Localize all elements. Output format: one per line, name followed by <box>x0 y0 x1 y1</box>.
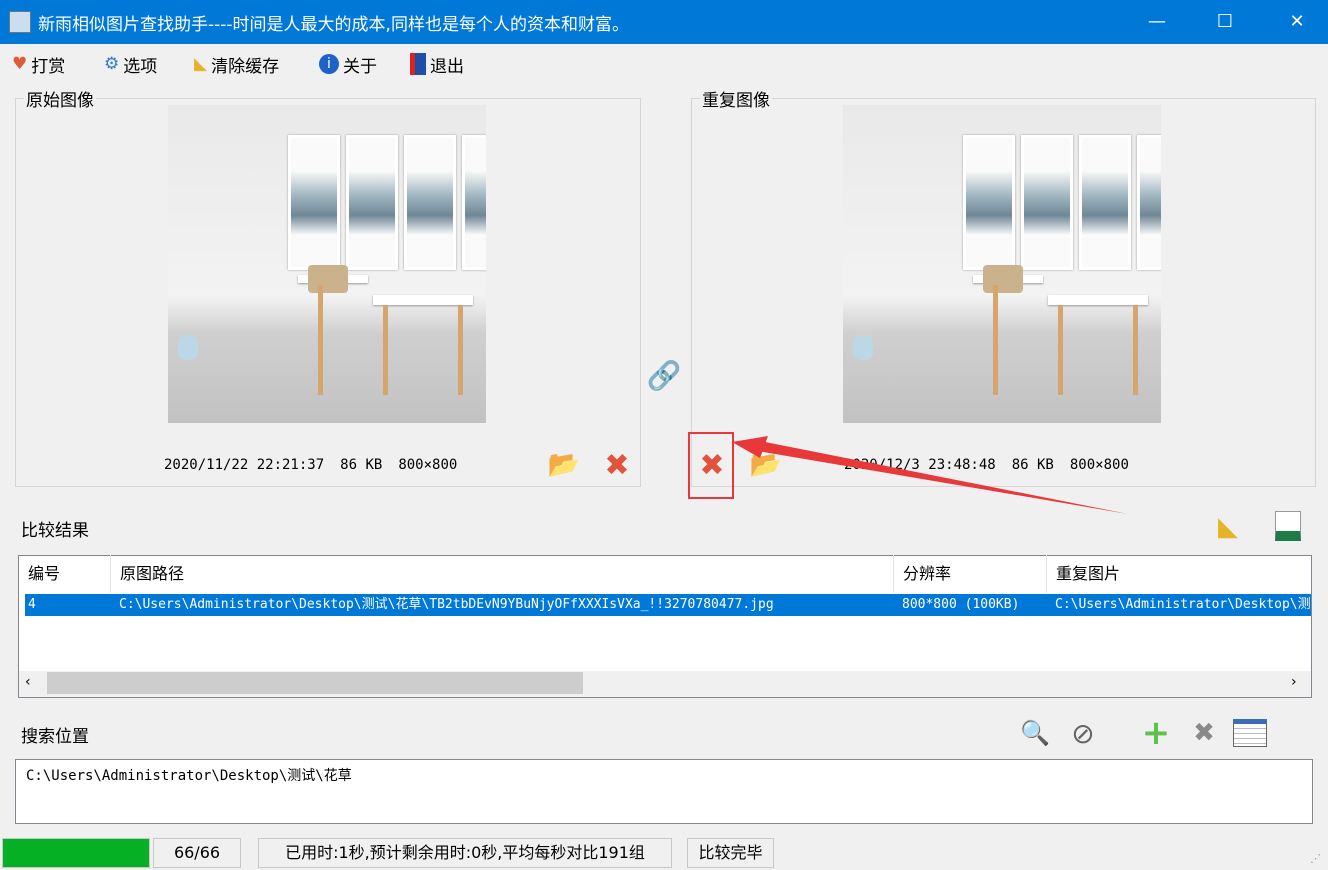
menu-label: 退出 <box>430 56 464 77</box>
resize-grip[interactable]: ⋰ <box>1310 852 1321 865</box>
results-label: 比较结果 <box>19 516 91 541</box>
progress-fill <box>3 839 149 867</box>
scrollbar-thumb[interactable] <box>47 672 583 694</box>
menu-about[interactable]: i 关于 <box>319 50 377 78</box>
table-row[interactable]: 4 C:\Users\Administrator\Desktop\测试\花草\T… <box>25 594 1311 616</box>
unlink-icon: 🔗 <box>646 358 682 392</box>
column-header-id[interactable]: 编号 <box>19 555 111 593</box>
original-label: 原始图像 <box>24 86 96 111</box>
minimize-button[interactable]: — <box>1134 0 1180 44</box>
broom-icon: ◣ <box>1218 512 1238 542</box>
duplicate-label: 重复图像 <box>700 86 772 111</box>
stop-icon: ⊘ <box>1071 716 1095 750</box>
highlight-box <box>688 432 734 499</box>
progress-bar <box>2 838 150 868</box>
folder-icon: 📂 <box>547 450 581 480</box>
gear-icon: ⚙ <box>104 54 120 74</box>
original-dims: 800×800 <box>398 457 458 473</box>
open-folder-duplicate-button[interactable]: 📂 <box>748 450 784 480</box>
duplicate-image[interactable] <box>843 105 1161 423</box>
cell-path: C:\Users\Administrator\Desktop\测试\花草\TB2… <box>119 597 774 612</box>
horizontal-scrollbar[interactable]: ‹ › <box>19 671 1311 697</box>
close-button[interactable]: ✕ <box>1274 0 1320 44</box>
gift-icon: ♥ <box>12 54 28 74</box>
stop-button[interactable]: ⊘ <box>1066 716 1100 750</box>
menu-label: 关于 <box>343 56 377 77</box>
clear-list-icon <box>1233 719 1267 747</box>
remove-folder-button[interactable]: ✖ <box>1188 716 1220 750</box>
menu-clear-cache[interactable]: ◣ 清除缓存 <box>194 50 279 78</box>
unlink-button[interactable]: 🔗 <box>646 358 682 392</box>
menu-exit[interactable]: 退出 <box>410 50 464 78</box>
clear-results-button[interactable]: ◣ <box>1210 510 1246 544</box>
menu-label: 打赏 <box>31 56 66 77</box>
original-info: 2020/11/22 22:21:37 86 KB 800×800 <box>164 457 457 473</box>
column-header-path[interactable]: 原图路径 <box>111 555 894 593</box>
magnifier-icon: 🔍 <box>1020 719 1050 747</box>
original-date: 2020/11/22 22:21:37 <box>164 457 325 473</box>
maximize-button[interactable]: ☐ <box>1202 0 1248 44</box>
timing-status: 已用时:1秒,预计剩余用时:0秒,平均每秒对比191组 <box>258 838 672 868</box>
duplicate-size: 86 KB <box>1011 457 1054 473</box>
menu-options[interactable]: ⚙ 选项 <box>104 50 157 78</box>
menu-label: 清除缓存 <box>211 56 280 77</box>
cell-resolution: 800*800 (100KB) <box>902 597 1020 612</box>
compare-status: 比较完毕 <box>687 838 774 868</box>
open-folder-original-button[interactable]: 📂 <box>546 450 582 480</box>
window-title: 新雨相似图片查找助手----时间是人最大的成本,同样也是每个人的资本和财富。 <box>38 15 629 35</box>
delete-original-button[interactable]: ✖ <box>601 447 633 483</box>
delete-x-icon: ✖ <box>1193 718 1215 748</box>
menu-gift[interactable]: ♥ 打赏 <box>12 50 65 78</box>
title-bar: 新雨相似图片查找助手----时间是人最大的成本,同样也是每个人的资本和财富。 —… <box>0 0 1328 44</box>
duplicate-info: 2020/12/3 23:48:48 86 KB 800×800 <box>844 457 1129 473</box>
add-folder-button[interactable]: + <box>1139 713 1173 753</box>
menu-label: 选项 <box>123 56 158 77</box>
search-paths-textbox[interactable]: C:\Users\Administrator\Desktop\测试\花草 <box>15 759 1313 824</box>
start-search-button[interactable]: 🔍 <box>1018 716 1052 750</box>
clear-folders-button[interactable] <box>1232 716 1268 750</box>
column-header-duplicate[interactable]: 重复图片 <box>1047 555 1311 593</box>
duplicate-dims: 800×800 <box>1069 457 1129 473</box>
progress-count: 66/66 <box>153 838 241 868</box>
results-table: 编号 原图路径 分辨率 重复图片 4 C:\Users\Administrato… <box>18 555 1312 698</box>
original-image[interactable] <box>168 105 486 423</box>
original-size: 86 KB <box>340 457 383 473</box>
plus-icon: + <box>1141 713 1171 753</box>
cell-duplicate: C:\Users\Administrator\Desktop\测试\花草\ <box>1055 597 1311 612</box>
app-icon <box>9 11 31 33</box>
excel-export-icon <box>1275 511 1301 541</box>
info-icon: i <box>319 54 339 74</box>
folder-icon: 📂 <box>749 450 783 480</box>
scroll-right-arrow[interactable]: › <box>1291 674 1297 690</box>
search-location-label: 搜索位置 <box>19 722 91 747</box>
cell-id: 4 <box>28 597 36 612</box>
export-excel-button[interactable] <box>1270 508 1306 544</box>
duplicate-date: 2020/12/3 23:48:48 <box>844 457 996 473</box>
scroll-left-arrow[interactable]: ‹ <box>25 674 31 690</box>
broom-icon: ◣ <box>194 54 208 74</box>
exit-door-icon <box>410 53 426 75</box>
column-header-resolution[interactable]: 分辨率 <box>894 555 1047 593</box>
delete-x-icon: ✖ <box>604 447 630 483</box>
